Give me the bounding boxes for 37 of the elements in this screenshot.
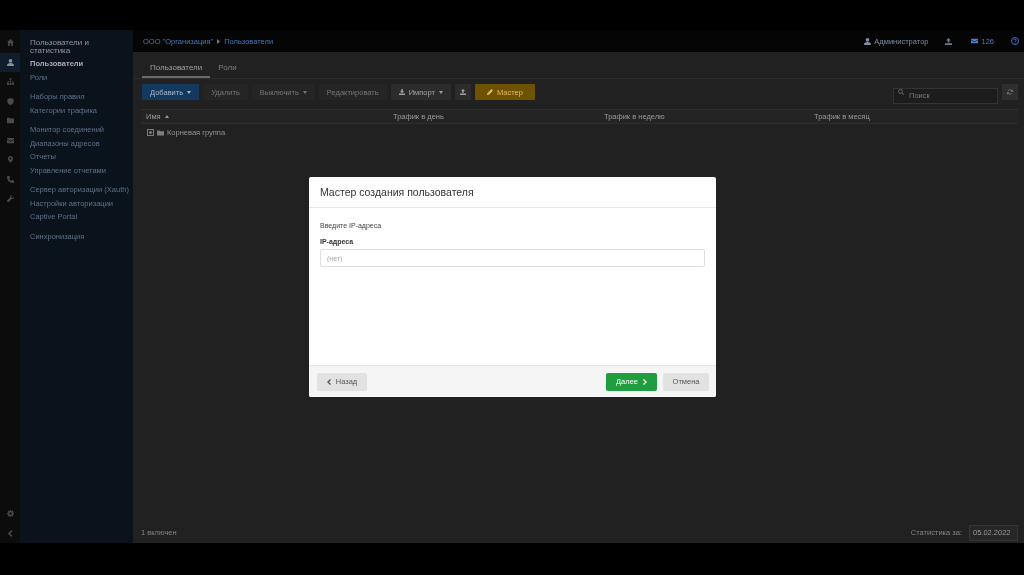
sidebar-title: Пользователи и статистика [30,39,90,55]
chevron-left-icon [326,378,331,385]
help-button[interactable] [1011,37,1019,45]
shield-icon [6,97,14,105]
home-icon [6,39,14,47]
chevron-left-icon [6,529,14,537]
phone-icon [6,175,14,183]
download-icon [398,89,405,95]
upload-icon [945,37,953,45]
pencil-icon [486,89,493,95]
chevron-right-icon [643,378,647,385]
folder-icon [157,129,164,136]
folder-icon [6,117,14,125]
wrench-icon [6,195,14,203]
refresh-button[interactable] [1002,84,1018,100]
toolbar-button[interactable] [454,84,471,100]
user-icon [864,37,872,45]
tab[interactable]: Роли [210,59,245,78]
caret-icon [187,90,192,94]
dialog-title: Мастер создания пользователя [309,177,716,208]
user-icon [6,58,14,66]
caret-icon [302,90,307,94]
refresh-icon [1007,89,1013,95]
upload-icon [459,89,466,95]
envelope-icon [971,38,979,44]
envelope-icon [6,136,14,144]
upload-button[interactable] [945,37,953,45]
caret-icon [438,90,443,94]
plus-box-icon[interactable] [147,129,154,136]
sitemap-icon [6,78,14,86]
tab[interactable]: Пользователи [142,59,211,78]
gear-icon [6,510,14,518]
search-icon [898,89,904,95]
nav-rail-button[interactable] [0,52,20,72]
map-pin-icon [6,156,14,164]
caret-right-icon [217,38,221,44]
help-icon [1011,37,1019,45]
